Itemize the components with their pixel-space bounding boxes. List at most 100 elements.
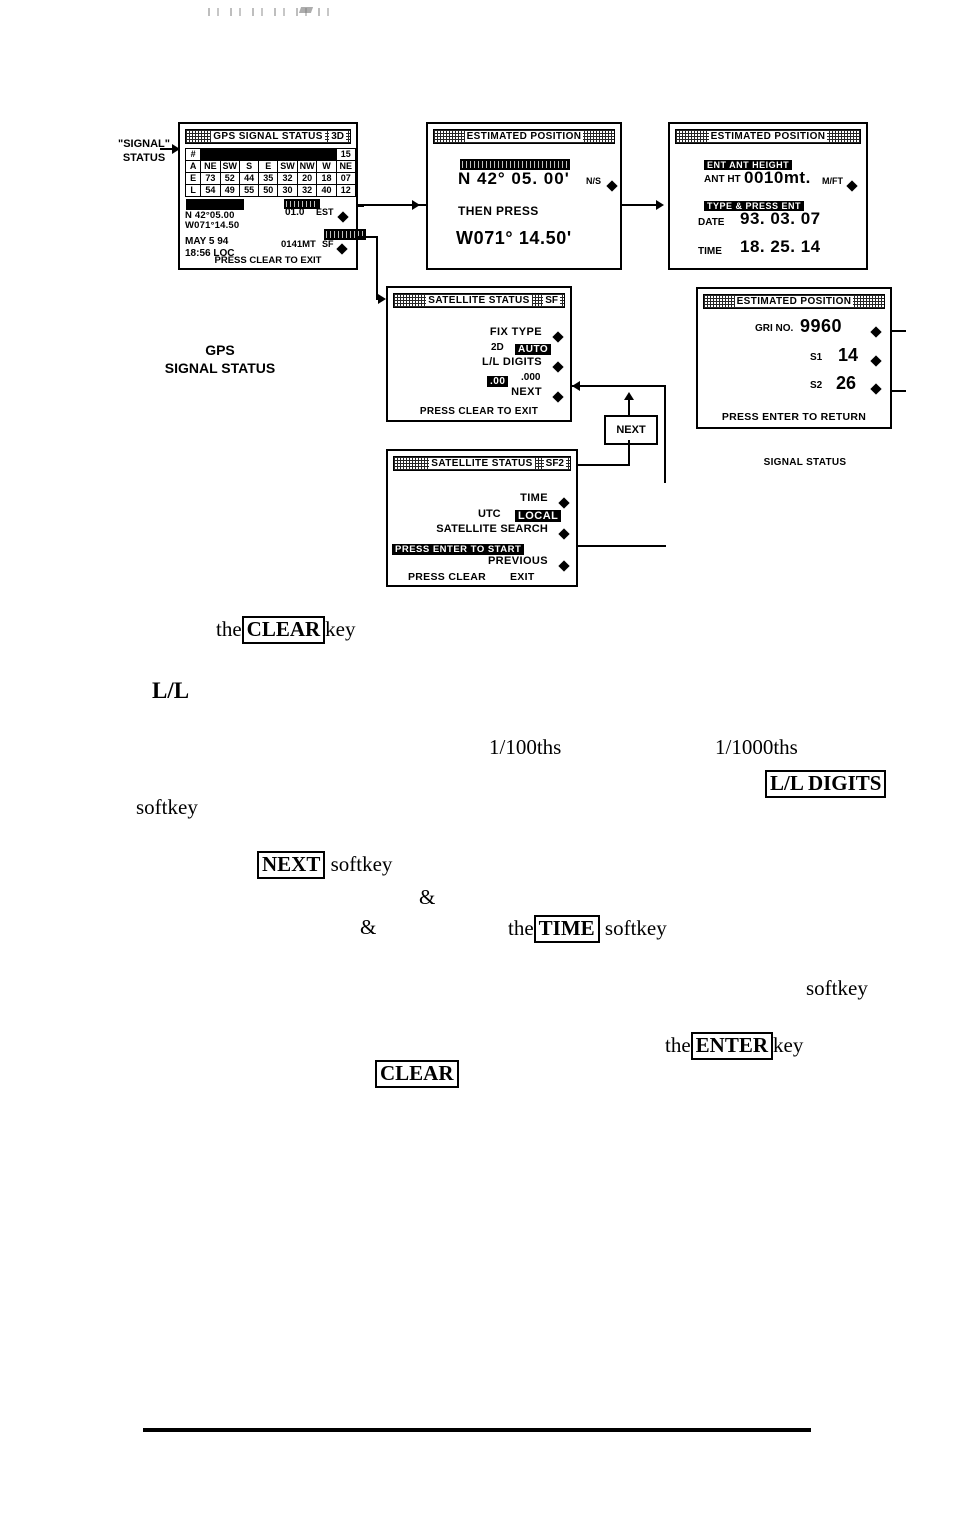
cell-l-5: 32 bbox=[296, 184, 318, 197]
text-1000ths: 1/1000ths bbox=[715, 735, 798, 759]
softkey-gri-arrow-icon[interactable] bbox=[870, 323, 882, 341]
cell-a-4: SW bbox=[277, 160, 298, 173]
screen-gps-title-bar: GPS SIGNAL STATUS 3D bbox=[185, 129, 351, 144]
text-softkey-next: softkey bbox=[330, 852, 393, 876]
next-box-label: NEXT bbox=[616, 424, 646, 436]
position-highlight-bar bbox=[186, 199, 244, 210]
screen-gps-signal-status[interactable]: GPS SIGNAL STATUS 3D # 15 A NE SW S E SW… bbox=[178, 122, 366, 270]
s2-value: 26 bbox=[836, 373, 857, 393]
cell-l-1: 49 bbox=[219, 184, 241, 197]
sf2-time-label[interactable]: TIME bbox=[520, 492, 548, 504]
caption-signal-status: SIGNAL STATUS bbox=[763, 457, 847, 468]
screen-sf2-title-bar: SATELLITE STATUS SF2 bbox=[393, 456, 571, 471]
sf-next-arrow bbox=[572, 381, 580, 391]
ant-ht-value: 0010mt. bbox=[744, 168, 811, 187]
text-100ths: 1/100ths bbox=[489, 735, 562, 759]
estpos-latitude: N 42° 05. 00' bbox=[458, 169, 570, 188]
key-ll-digits[interactable]: L/L DIGITS bbox=[765, 770, 887, 798]
cell-e-7: 07 bbox=[335, 172, 357, 185]
scan-artifact-mark bbox=[298, 7, 314, 13]
key-time[interactable]: TIME bbox=[533, 915, 600, 943]
flow-line-2-3 bbox=[622, 204, 658, 206]
key-clear-bottom[interactable]: CLEAR bbox=[375, 1060, 459, 1088]
table-row-count: # 15 bbox=[184, 148, 357, 161]
screen-sf-title-bar: SATELLITE STATUS SF bbox=[393, 293, 565, 308]
fix-type-label[interactable]: FIX TYPE bbox=[490, 326, 542, 338]
utc-label: UTC bbox=[478, 508, 501, 520]
cell-a-3: E bbox=[258, 160, 279, 173]
softkey-ns-label[interactable]: N/S bbox=[586, 176, 601, 186]
softkey-est-label[interactable]: EST bbox=[316, 207, 334, 217]
cell-a-7: NE bbox=[335, 160, 357, 173]
ll-digits-label[interactable]: L/L DIGITS bbox=[482, 356, 542, 368]
key-enter[interactable]: ENTER bbox=[690, 1032, 774, 1060]
caption-gps-line2: SIGNAL STATUS bbox=[164, 359, 276, 376]
screen-gps-title: GPS SIGNAL STATUS bbox=[211, 131, 325, 142]
sf2-footer-right: EXIT bbox=[510, 571, 535, 583]
cell-a-0: NE bbox=[200, 160, 221, 173]
estpos-longitude: W071° 14.50' bbox=[456, 228, 572, 248]
flow-line-sf-down bbox=[376, 236, 378, 300]
count-bar bbox=[200, 148, 337, 161]
screen-satellite-status-sf2[interactable]: SATELLITE STATUS SF2 TIME UTC LOCAL SATE… bbox=[386, 449, 578, 587]
date-value: 93. 03. 07 bbox=[740, 209, 821, 228]
screen-estimated-position-latlon[interactable]: ESTIMATED POSITION N 42° 05. 00' N/S THE… bbox=[426, 122, 622, 270]
gps-mt-value: 0141MT bbox=[281, 239, 316, 250]
text-ampersand-2: & bbox=[360, 915, 377, 939]
gps-hdop: 01.0 bbox=[285, 207, 305, 218]
previous-label[interactable]: PREVIOUS bbox=[488, 555, 548, 567]
softkey-ns-arrow-icon[interactable] bbox=[606, 177, 618, 195]
cell-e-2: 44 bbox=[239, 172, 260, 185]
cell-l-3: 50 bbox=[258, 184, 279, 197]
key-clear[interactable]: CLEAR bbox=[241, 616, 326, 644]
next-box[interactable]: NEXT bbox=[604, 415, 658, 445]
ant-ht-label: ANT HT bbox=[704, 174, 741, 185]
row-label-e: E bbox=[184, 172, 202, 185]
screen-estimated-position-gri[interactable]: ESTIMATED POSITION GRI NO. 9960 S1 14 S2… bbox=[696, 287, 892, 429]
flow-line-sf-right bbox=[358, 236, 378, 238]
softkey-s2-arrow-icon[interactable] bbox=[870, 380, 882, 398]
time-label: TIME bbox=[698, 246, 722, 257]
cell-a-1: SW bbox=[219, 160, 241, 173]
cell-e-4: 32 bbox=[277, 172, 298, 185]
text-line-ll-digits: L/L DIGITS bbox=[765, 770, 887, 798]
screen-satellite-status-sf[interactable]: SATELLITE STATUS SF FIX TYPE 2D AUTO L/L… bbox=[386, 286, 572, 422]
text-line-clear-key: the CLEAR key bbox=[216, 616, 356, 644]
scan-artifact bbox=[208, 8, 338, 16]
ll-value-selected: .00 bbox=[487, 376, 509, 387]
text-softkey-2: softkey bbox=[806, 976, 868, 1000]
next-label[interactable]: NEXT bbox=[511, 386, 542, 398]
softkey-previous-arrow-icon[interactable] bbox=[558, 557, 570, 575]
softkey-satellite-search-arrow-icon[interactable] bbox=[558, 525, 570, 543]
screen-estimated-position-antenna[interactable]: ESTIMATED POSITION ENT ANT HEIGHT ANT HT… bbox=[668, 122, 868, 270]
gps-longitude: W071°14.50 bbox=[185, 220, 240, 231]
softkey-next-arrow-icon[interactable] bbox=[552, 388, 564, 406]
screen-gri-title: ESTIMATED POSITION bbox=[734, 296, 854, 307]
satellite-search-label[interactable]: SATELLITE SEARCH bbox=[436, 523, 548, 535]
text-key-2: key bbox=[773, 1033, 804, 1057]
cell-a-6: W bbox=[316, 160, 337, 173]
gri-value: 9960 bbox=[800, 316, 843, 336]
screen-estpos-title: ESTIMATED POSITION bbox=[464, 131, 584, 142]
cell-e-0: 73 bbox=[200, 172, 221, 185]
cell-e-1: 52 bbox=[219, 172, 241, 185]
key-next[interactable]: NEXT bbox=[257, 851, 326, 879]
softkey-mft-label[interactable]: M/FT bbox=[822, 176, 843, 186]
cell-a-5: NW bbox=[296, 160, 318, 173]
softkey-est-arrow-icon[interactable] bbox=[337, 208, 349, 226]
text-line-clear-bottom: CLEAR bbox=[375, 1060, 459, 1088]
screen-estpos-title-bar: ESTIMATED POSITION bbox=[433, 129, 615, 144]
softkey-mft-arrow-icon[interactable] bbox=[846, 177, 858, 195]
softkey-s1-arrow-icon[interactable] bbox=[870, 352, 882, 370]
sf-next-line bbox=[572, 385, 666, 387]
date-label: DATE bbox=[698, 217, 725, 228]
sf2-previous-line bbox=[578, 545, 666, 547]
row-label-l: L bbox=[184, 184, 202, 197]
text-line-time-softkey: the TIME softkey bbox=[508, 915, 667, 943]
softkey-fix-type-arrow-icon[interactable] bbox=[552, 328, 564, 346]
signal-status-label-line2: STATUS bbox=[122, 151, 166, 164]
manual-page: "SIGNAL" STATUS GPS SIGNAL STATUS 3D # 1… bbox=[0, 0, 954, 1538]
text-ll-heading: L/L bbox=[152, 678, 190, 703]
softkey-sf-label[interactable]: SF bbox=[322, 239, 334, 249]
softkey-ll-digits-arrow-icon[interactable] bbox=[552, 358, 564, 376]
